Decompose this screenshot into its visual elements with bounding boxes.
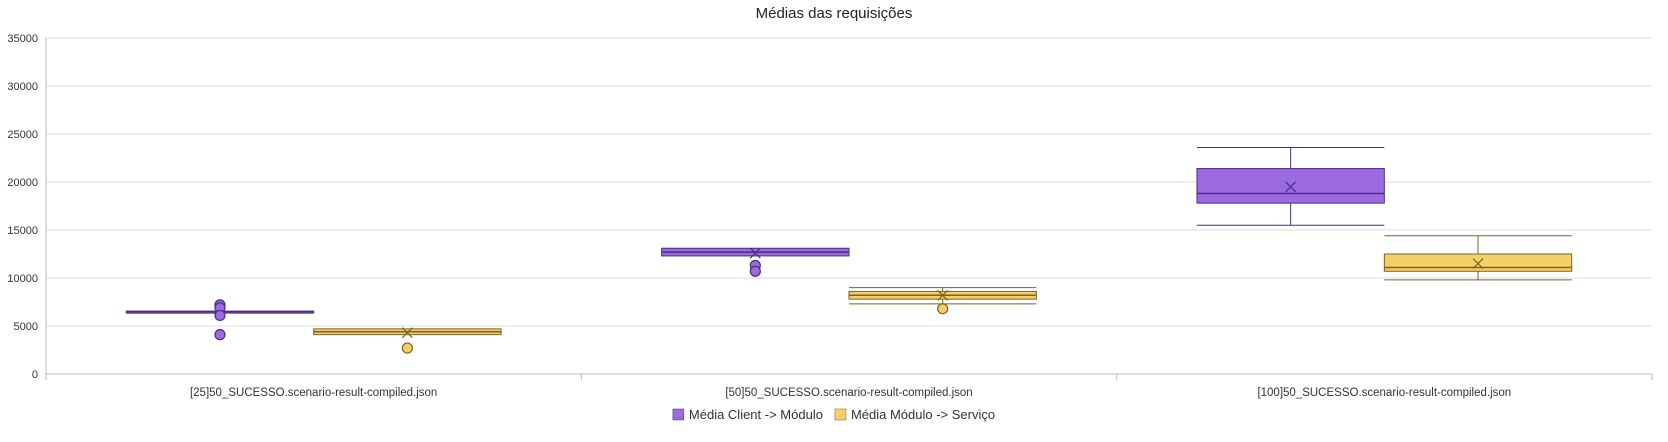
- box-iqr: [1196, 168, 1385, 204]
- outlier-point: [214, 309, 226, 322]
- x-category-label: [50]50_SUCESSO.scenario-result-compiled.…: [725, 387, 972, 399]
- box-group: [661, 247, 850, 277]
- y-tick-label: 5000: [14, 321, 38, 333]
- legend-item[interactable]: Média Módulo -> Serviço: [834, 407, 995, 422]
- box-group: [313, 327, 502, 354]
- legend-label: Média Client -> Módulo: [689, 407, 823, 422]
- box-group: [1383, 235, 1573, 281]
- y-tick-label: 15000: [7, 225, 38, 237]
- legend[interactable]: Média Client -> Módulo Média Módulo -> Se…: [672, 407, 995, 422]
- legend-label: Média Módulo -> Serviço: [851, 407, 995, 422]
- y-tick-label: 20000: [7, 177, 38, 189]
- y-tick-label: 10000: [7, 273, 38, 285]
- axis-layer: 0 5000 10000 15000 20000 25000 30000 35000 [25]5…: [7, 33, 1653, 399]
- box-iqr: [1383, 253, 1573, 272]
- outlier-point: [214, 329, 226, 341]
- box-layer: [125, 146, 1573, 354]
- outlier-point: [937, 303, 949, 315]
- x-category-label: [100]50_SUCESSO.scenario-result-compiled…: [1257, 387, 1511, 399]
- box-group: [848, 287, 1037, 315]
- y-tick-label: 25000: [7, 129, 38, 141]
- chart-title: Médias das requisições: [756, 5, 913, 22]
- x-category-label: [25]50_SUCESSO.scenario-result-compiled.…: [190, 387, 437, 399]
- legend-swatch: [834, 408, 847, 421]
- outlier-point: [749, 265, 761, 277]
- boxplot-chart: Médias das requisições 0 5000 10000 15000 20…: [7, 5, 1653, 422]
- chart-container: Médias das requisições 0 5000 10000 15000 20…: [0, 0, 1668, 437]
- grid-layer: [46, 37, 1652, 375]
- y-tick-label: 35000: [7, 33, 38, 45]
- box-group: [125, 299, 315, 341]
- box-group: [1196, 146, 1385, 226]
- legend-swatch: [672, 408, 685, 421]
- y-tick-label: 0: [32, 369, 38, 381]
- y-tick-label: 30000: [7, 81, 38, 93]
- legend-item[interactable]: Média Client -> Módulo: [672, 407, 823, 422]
- outlier-point: [401, 342, 413, 354]
